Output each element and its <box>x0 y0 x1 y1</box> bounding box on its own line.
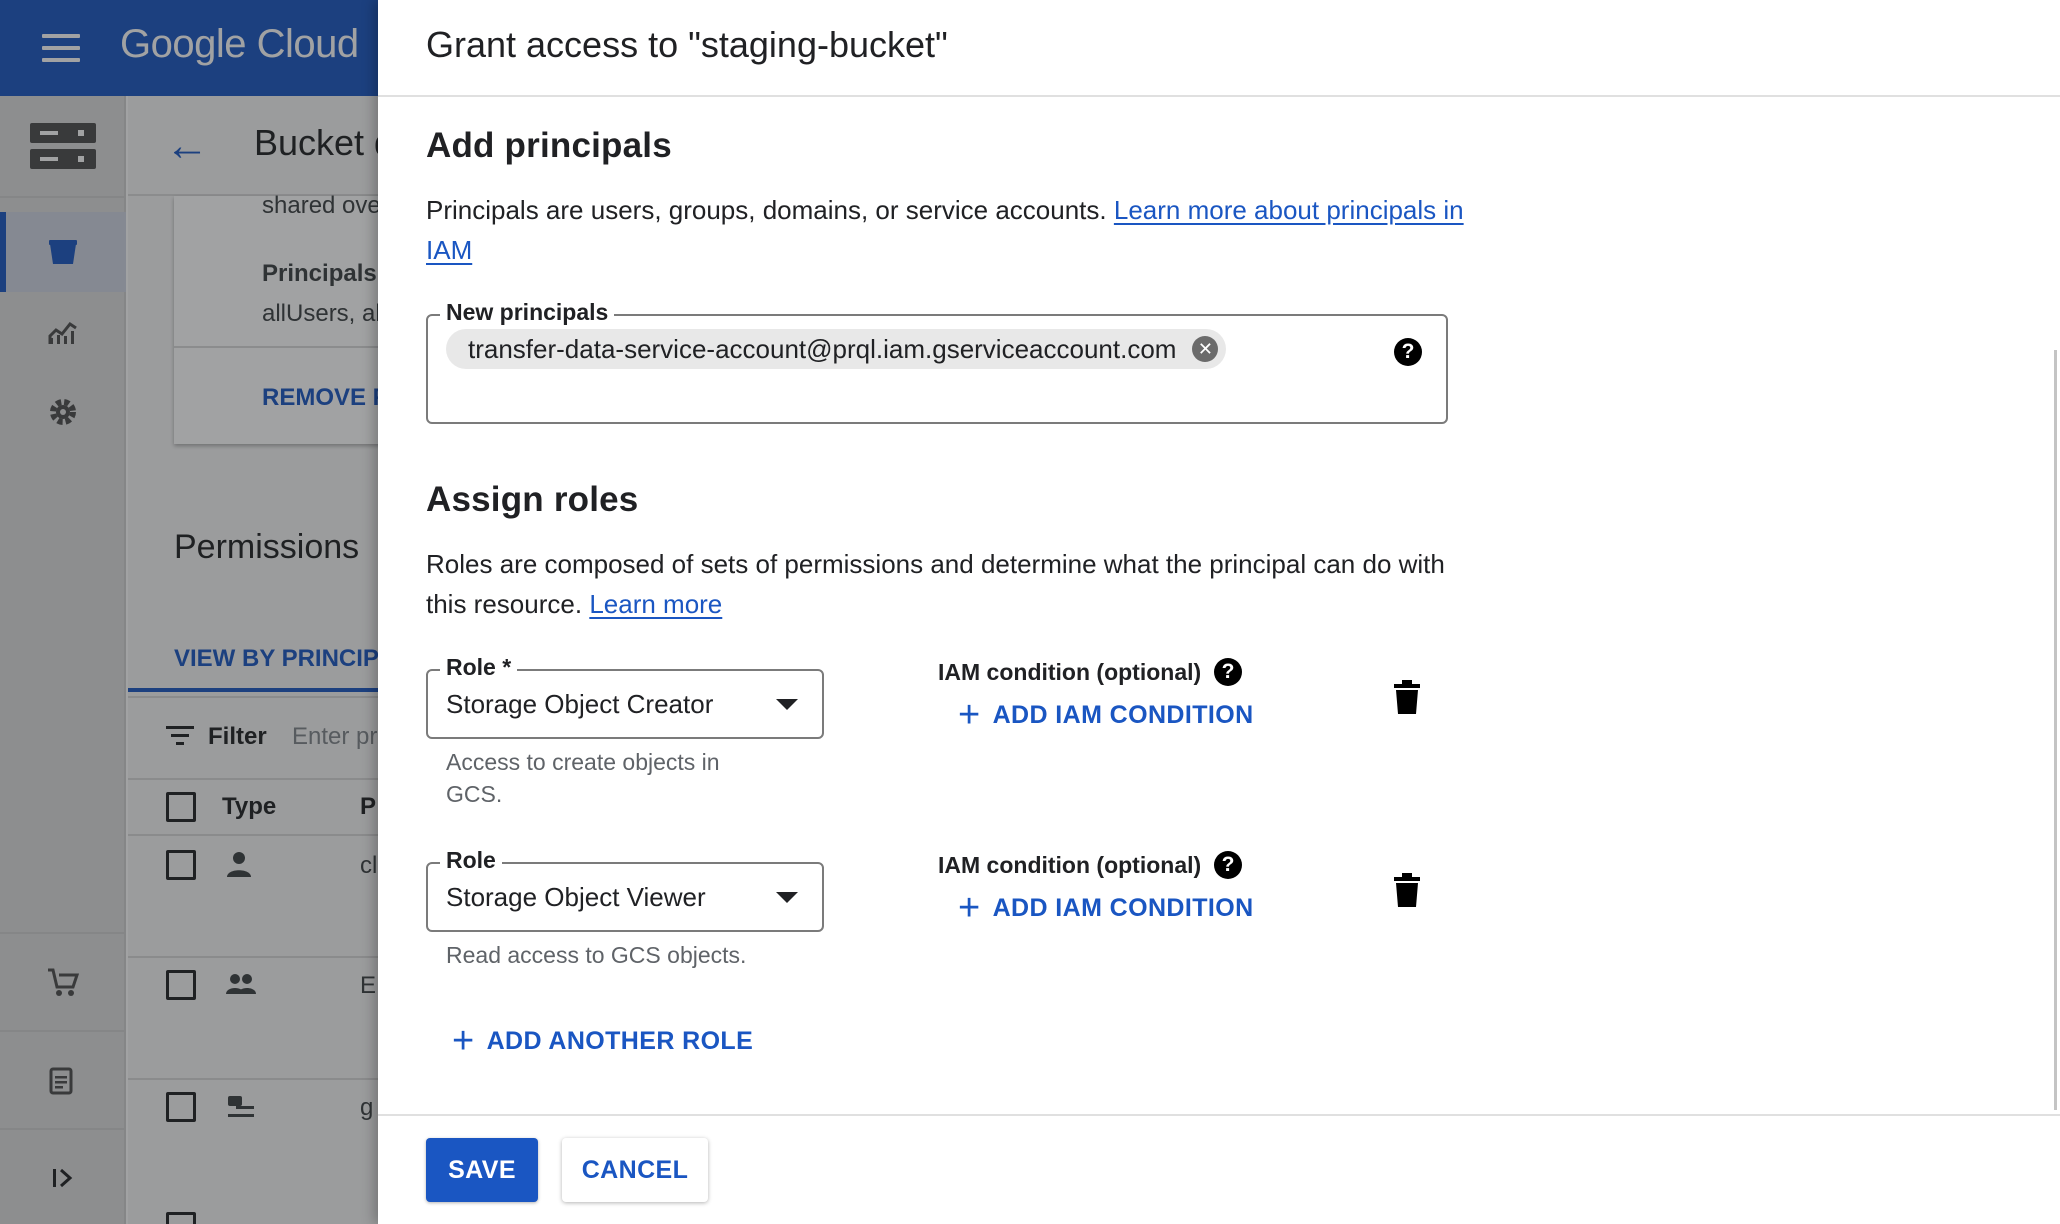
assign-roles-description: Roles are composed of sets of permission… <box>426 549 1445 619</box>
role-select-1[interactable]: Role * Storage Object Creator <box>426 654 824 739</box>
delete-role-icon[interactable] <box>1394 680 1420 714</box>
plus-icon: + <box>958 887 981 929</box>
role-label: Role <box>440 847 502 874</box>
add-iam-condition-button[interactable]: + ADD IAM CONDITION <box>958 887 1254 929</box>
dropdown-arrow-icon <box>776 699 798 710</box>
dropdown-arrow-icon <box>776 892 798 903</box>
role-label: Role * <box>440 654 518 681</box>
delete-role-icon[interactable] <box>1394 873 1420 907</box>
new-principals-label: New principals <box>440 299 615 326</box>
role-select-2[interactable]: Role Storage Object Viewer <box>426 847 824 932</box>
plus-icon: + <box>958 694 981 736</box>
cancel-button[interactable]: CANCEL <box>562 1138 708 1202</box>
plus-icon: + <box>452 1020 475 1062</box>
save-button[interactable]: SAVE <box>426 1138 538 1202</box>
add-principals-description: Principals are users, groups, domains, o… <box>426 195 1464 265</box>
role-hint: Read access to GCS objects. <box>446 942 747 968</box>
help-icon[interactable]: ? <box>1214 851 1242 879</box>
role-value: Storage Object Viewer <box>446 882 706 912</box>
panel-title: Grant access to "staging-bucket" <box>426 24 948 65</box>
new-principals-field[interactable]: New principals transfer-data-service-acc… <box>426 299 1448 424</box>
assign-roles-heading: Assign roles <box>426 480 639 519</box>
panel-header: Grant access to "staging-bucket" <box>378 0 2060 97</box>
iam-condition-label: IAM condition (optional) <box>938 852 1202 878</box>
iam-condition-label: IAM condition (optional) <box>938 659 1202 685</box>
panel-scrollbar[interactable] <box>2054 350 2057 1110</box>
principal-chip-label: transfer-data-service-account@prql.iam.g… <box>468 334 1177 364</box>
principal-chip[interactable]: transfer-data-service-account@prql.iam.g… <box>446 329 1227 369</box>
grant-access-panel: Grant access to "staging-bucket" Add pri… <box>378 0 2060 1224</box>
help-icon[interactable]: ? <box>1394 338 1422 366</box>
help-icon[interactable]: ? <box>1214 658 1242 686</box>
add-iam-condition-button[interactable]: + ADD IAM CONDITION <box>958 694 1254 736</box>
learn-more-roles-link[interactable]: Learn more <box>589 589 722 619</box>
footer-divider <box>378 1114 2060 1116</box>
add-another-role-button[interactable]: + ADD ANOTHER ROLE <box>452 1020 753 1062</box>
remove-chip-icon[interactable]: ✕ <box>1192 336 1219 362</box>
role-value: Storage Object Creator <box>446 689 714 719</box>
role-hint: Access to create objects in GCS. <box>446 749 720 807</box>
add-principals-heading: Add principals <box>426 126 672 165</box>
